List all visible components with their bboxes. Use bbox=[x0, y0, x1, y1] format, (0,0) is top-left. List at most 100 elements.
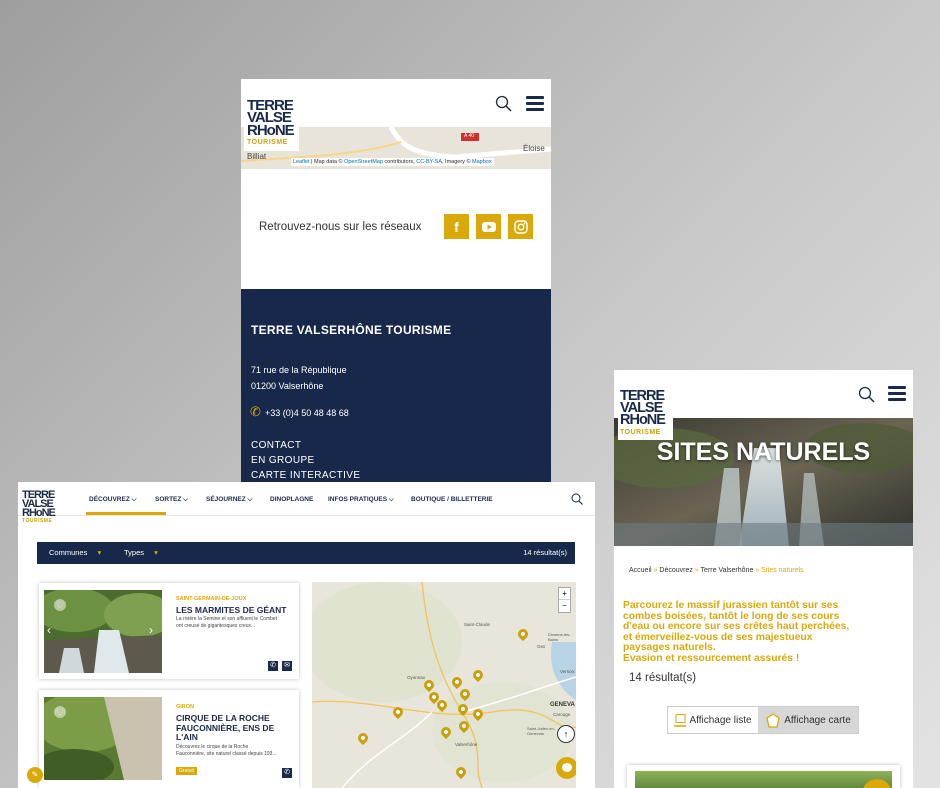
youtube-icon[interactable] bbox=[476, 214, 501, 239]
card-desc: Découvrez le cirque de la Roche Fauconni… bbox=[176, 744, 277, 757]
carousel-next-icon[interactable]: › bbox=[149, 623, 153, 637]
leaflet-link[interactable]: Leaflet bbox=[293, 159, 310, 165]
mail-icon[interactable]: ✉ bbox=[282, 661, 292, 671]
phone-icon[interactable]: ✆ bbox=[282, 768, 292, 778]
footer-address-line2: 01200 Valserhône bbox=[251, 381, 324, 391]
nav-sejournez[interactable]: SÉJOURNEZ ⌵ bbox=[206, 496, 252, 504]
scroll-top-button[interactable]: ↑ bbox=[557, 725, 575, 743]
intro-line: Evasion et ressourcement assurés ! bbox=[623, 652, 800, 664]
breadcrumb-decouvrez[interactable]: Découvrez bbox=[659, 567, 692, 574]
favorite-icon[interactable]: ♡ bbox=[54, 706, 66, 718]
facebook-icon[interactable]: f bbox=[444, 214, 469, 239]
nav-infos-pratiques[interactable]: INFOS PRATIQUES ⌵ bbox=[328, 496, 394, 504]
filter-communes[interactable]: Communes ▾ bbox=[49, 548, 101, 557]
site-logo[interactable]: TERRE VALSE RHoNE TOURISME bbox=[244, 97, 299, 151]
carousel-prev-icon[interactable]: ‹ bbox=[47, 623, 51, 637]
map-view-button[interactable]: Affichage carte bbox=[758, 707, 858, 733]
footer-title: TERRE VALSERHÔNE TOURISME bbox=[251, 323, 452, 337]
social-text: Retrouvez-nous sur les réseaux bbox=[259, 221, 422, 233]
filter-label: Communes bbox=[49, 548, 88, 557]
breadcrumb: Accueil » Découvrez » Terre Valserhône »… bbox=[629, 567, 804, 574]
attribution-text: contributors, bbox=[384, 159, 415, 165]
map-place: Oyonnax bbox=[407, 675, 426, 680]
results-count: 14 résultat(s) bbox=[629, 672, 697, 684]
map-place: Carouge bbox=[553, 712, 571, 717]
menu-icon[interactable] bbox=[888, 386, 906, 404]
result-card[interactable]: ♡ ‹ › SAINT-GERMAIN-DE-JOUX LES MARMITES… bbox=[39, 583, 299, 679]
footer-link-contact[interactable]: CONTACT bbox=[251, 440, 301, 451]
card-title[interactable]: CIRQUE DE LA ROCHE FAUCONNIÈRE, ENS DE L… bbox=[176, 713, 274, 743]
logo-tagline: TOURISME bbox=[22, 518, 53, 525]
search-icon[interactable] bbox=[571, 493, 583, 505]
zoom-out-button[interactable]: − bbox=[559, 599, 570, 611]
attribution-text: | Map data © bbox=[311, 159, 343, 165]
card-title[interactable]: LES MARMITES DE GÉANT bbox=[176, 605, 287, 615]
nav-boutique[interactable]: BOUTIQUE / BILLETTERIE bbox=[411, 496, 493, 503]
map-view-label: Affichage carte bbox=[784, 714, 851, 726]
nav-label: DINOPLAGNE bbox=[270, 496, 314, 503]
desktop-sites-screen: TERRE VALSE RHoNE TOURISME DÉCOUVREZ ⌵ S… bbox=[18, 482, 595, 788]
intro-text: Parcourez le massif jurassien tantôt sur… bbox=[623, 600, 849, 665]
osm-link[interactable]: OpenStreetMap bbox=[344, 159, 383, 165]
breadcrumb-terre[interactable]: Terre Valserhône bbox=[701, 567, 754, 574]
map-attribution: Leaflet | Map data © OpenStreetMap contr… bbox=[291, 158, 494, 166]
list-view-button[interactable]: Affichage liste bbox=[668, 707, 758, 733]
card-location: GIRON bbox=[176, 704, 195, 710]
list-icon bbox=[674, 713, 687, 727]
result-card[interactable]: ♡ GIRON CIRQUE DE LA ROCHE FAUCONNIÈRE, … bbox=[39, 690, 299, 788]
footer-link-group[interactable]: EN GROUPE bbox=[251, 455, 315, 466]
footer-link-map[interactable]: CARTE INTERACTIVE bbox=[251, 470, 360, 481]
card-image bbox=[635, 771, 892, 788]
accessibility-icon[interactable]: ✎ bbox=[27, 767, 43, 783]
zoom-in-button[interactable]: + bbox=[559, 588, 570, 599]
result-card[interactable] bbox=[627, 765, 900, 788]
filter-label: Types bbox=[124, 548, 145, 557]
mapbox-link[interactable]: Mapbox bbox=[472, 159, 492, 165]
map-terrain bbox=[312, 582, 576, 788]
phone-icon[interactable]: ✆ bbox=[268, 661, 278, 671]
chat-button[interactable] bbox=[556, 757, 576, 779]
map-place: Gex bbox=[537, 644, 546, 649]
nav-active-indicator bbox=[86, 512, 166, 515]
nav-label: DÉCOUVREZ bbox=[89, 496, 130, 503]
card-desc-line: La rivière la Semine et son affluent le … bbox=[176, 616, 278, 622]
breadcrumb-sep: » bbox=[653, 567, 658, 574]
nav-sortez[interactable]: SORTEZ ⌵ bbox=[155, 496, 188, 504]
caret-down-icon: ▾ bbox=[97, 548, 102, 557]
footer-address-line1: 71 rue de la République bbox=[251, 365, 347, 375]
site-footer: TERRE VALSERHÔNE TOURISME 71 rue de la R… bbox=[241, 289, 551, 499]
nav-label: INFOS PRATIQUES bbox=[328, 496, 388, 503]
results-map[interactable]: Saint-Claude Divonne-les-Bains Gex Oyonn… bbox=[312, 582, 576, 788]
nav-decouvrez[interactable]: DÉCOUVREZ ⌵ bbox=[89, 496, 137, 504]
site-logo[interactable]: TERRE VALSE RHoNE TOURISME bbox=[22, 490, 56, 525]
cc-link[interactable]: CC-BY-SA bbox=[416, 159, 442, 165]
map-zoom-controls: + − bbox=[558, 587, 571, 613]
search-icon[interactable] bbox=[858, 386, 875, 403]
menu-icon[interactable] bbox=[526, 96, 544, 114]
breadcrumb-sep: » bbox=[755, 567, 760, 574]
site-logo[interactable]: TERRE VALSE RHoNE TOURISME bbox=[618, 388, 673, 440]
mobile-footer-screen: A 40 Billiat Éloise Leaflet | Map data ©… bbox=[241, 79, 551, 499]
search-icon[interactable] bbox=[495, 95, 512, 112]
filter-types[interactable]: Types ▾ bbox=[124, 548, 158, 557]
nav-dinoplagne[interactable]: DINOPLAGNE bbox=[270, 496, 313, 503]
footer-phone[interactable]: +33 (0)4 50 48 48 68 bbox=[265, 408, 349, 418]
map-place: GENEVA bbox=[550, 702, 575, 708]
logo-line: RHoNE bbox=[620, 411, 666, 428]
map-place-eloise: Éloise bbox=[523, 144, 545, 153]
social-section: Retrouvez-nous sur les réseaux f bbox=[241, 169, 551, 289]
instagram-icon[interactable] bbox=[508, 214, 533, 239]
nav-label: SÉJOURNEZ bbox=[206, 496, 246, 503]
logo-line: RHoNE bbox=[247, 121, 295, 139]
map-icon bbox=[766, 712, 780, 728]
breadcrumb-home[interactable]: Accueil bbox=[629, 567, 652, 574]
intro-line: Parcourez le massif jurassien tantôt sur… bbox=[623, 600, 839, 611]
card-desc: La rivière la Semine et son affluent le … bbox=[176, 616, 277, 629]
road-label: A 40 bbox=[464, 133, 475, 139]
breadcrumb-sep: » bbox=[694, 567, 699, 574]
favorite-icon[interactable]: ♡ bbox=[54, 599, 66, 611]
top-nav: TERRE VALSE RHoNE TOURISME DÉCOUVREZ ⌵ S… bbox=[18, 482, 595, 525]
attribution-text: , Imagery © bbox=[442, 159, 471, 165]
card-title-line: L'AIN bbox=[176, 732, 198, 742]
map-place: Versoix bbox=[560, 669, 575, 674]
